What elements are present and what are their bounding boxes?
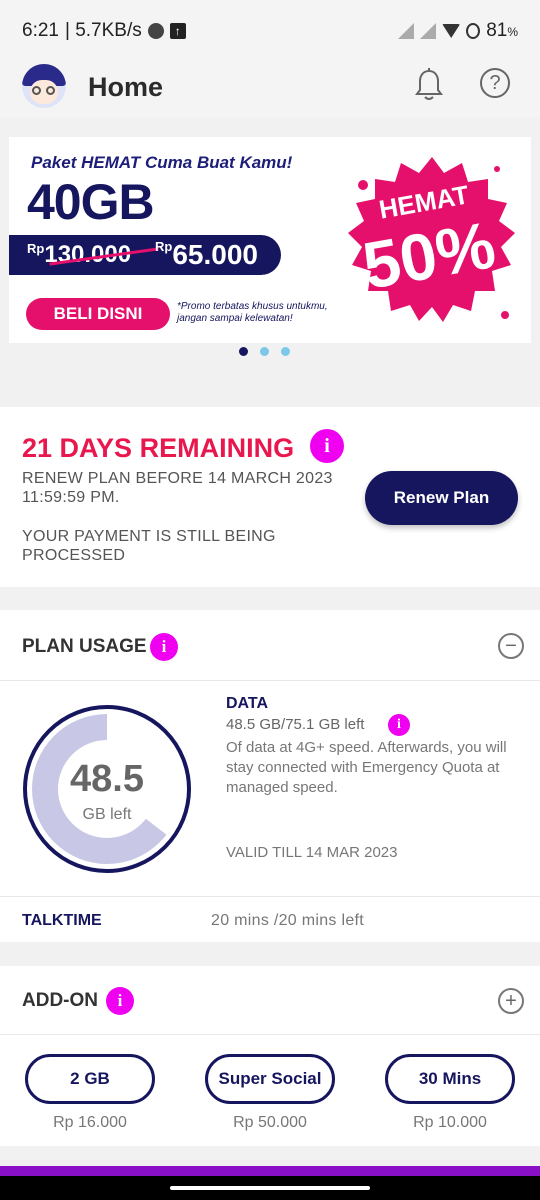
talktime-label: TALKTIME <box>22 912 102 929</box>
addon-button[interactable]: 2 GB <box>25 1054 155 1104</box>
plan-usage-title: PLAN USAGE <box>22 636 147 657</box>
divider <box>0 680 540 681</box>
info-icon[interactable]: i <box>310 429 344 463</box>
info-icon[interactable]: i <box>388 714 410 736</box>
addon-card: ADD-ON i + 2 GB Rp 16.000 Super Social R… <box>0 966 540 1146</box>
gauge-value: 48.5 <box>70 758 144 800</box>
battery-icon <box>466 23 481 39</box>
addon-item: 30 Mins Rp 10.000 <box>385 1054 515 1132</box>
data-valid-till: VALID TILL 14 MAR 2023 <box>226 844 398 861</box>
expand-icon[interactable]: + <box>498 988 524 1014</box>
carousel-dot[interactable] <box>260 347 269 356</box>
status-time: 6:21 <box>22 20 59 41</box>
addon-item: 2 GB Rp 16.000 <box>25 1054 155 1132</box>
payment-status-text: YOUR PAYMENT IS STILL BEING PROCESSED <box>22 528 276 564</box>
plan-usage-card: PLAN USAGE i − 48.5 GB left DATA 48.5 GB… <box>0 610 540 942</box>
status-speed: | 5.7KB/s <box>64 20 142 41</box>
home-indicator[interactable] <box>170 1186 370 1190</box>
help-icon[interactable]: ? <box>480 68 510 98</box>
addon-price: Rp 10.000 <box>413 1114 487 1131</box>
data-label: DATA <box>226 695 269 712</box>
banner-quota: 40GB <box>27 174 155 230</box>
promo-banner[interactable]: Paket HEMAT Cuma Buat Kamu! 40GB Rp130.0… <box>9 137 531 343</box>
talktime-value: 20 mins /20 mins left <box>211 912 365 929</box>
wifi-icon <box>442 24 461 38</box>
gauge-unit: GB left <box>82 806 132 823</box>
battery-level: 81% <box>486 20 518 41</box>
bell-icon[interactable] <box>414 68 444 102</box>
bottom-nav-strip <box>0 1166 540 1176</box>
addon-price: Rp 16.000 <box>53 1114 127 1131</box>
collapse-icon[interactable]: − <box>498 633 524 659</box>
upload-icon: ↑ <box>169 23 186 39</box>
divider <box>0 896 540 897</box>
remaining-card: 21 DAYS REMAINING i RENEW PLAN BEFORE 14… <box>0 407 540 587</box>
info-icon[interactable]: i <box>106 987 134 1015</box>
banner-buy-button[interactable]: BELI DISNI <box>26 298 170 330</box>
carousel-dots <box>239 347 290 356</box>
status-right: 81% <box>398 20 518 42</box>
status-bar: 6:21 | 5.7KB/s ↑ 81% <box>0 0 540 56</box>
banner-note: *Promo terbatas khusus untukmu, jangan s… <box>177 301 328 324</box>
addon-button[interactable]: 30 Mins <box>385 1054 515 1104</box>
data-left-text: 48.5 GB/75.1 GB left <box>226 716 365 733</box>
banner-new-price: Rp65.000 <box>155 239 258 270</box>
divider <box>0 1034 540 1035</box>
signal-icon <box>398 23 415 39</box>
carousel-dot[interactable] <box>239 347 248 356</box>
notification-app-icon <box>147 23 164 39</box>
banner-price-bar: Rp130.000 Rp65.000 <box>9 235 281 275</box>
addon-item: Super Social Rp 50.000 <box>205 1054 335 1132</box>
status-left: 6:21 | 5.7KB/s ↑ <box>22 20 186 42</box>
page-title: Home <box>88 72 164 102</box>
info-icon[interactable]: i <box>150 633 178 661</box>
signal-2-icon <box>420 23 437 39</box>
addon-button[interactable]: Super Social <box>205 1054 335 1104</box>
addon-price: Rp 50.000 <box>233 1114 307 1131</box>
renew-plan-button[interactable]: Renew Plan <box>365 471 518 525</box>
data-description: Of data at 4G+ speed. Afterwards, you wi… <box>226 739 507 796</box>
banner-subtitle: Paket HEMAT Cuma Buat Kamu! <box>31 153 293 172</box>
carousel-dot[interactable] <box>281 347 290 356</box>
avatar[interactable] <box>22 64 66 108</box>
addon-title: ADD-ON <box>22 990 98 1011</box>
system-nav-bar <box>0 1176 540 1200</box>
app-header: Home ? <box>0 56 540 118</box>
banner-old-price: Rp130.000 <box>27 241 159 269</box>
renew-deadline-text: RENEW PLAN BEFORE 14 MARCH 2023 11:59:59… <box>22 470 333 506</box>
days-remaining-title: 21 DAYS REMAINING <box>22 433 295 463</box>
